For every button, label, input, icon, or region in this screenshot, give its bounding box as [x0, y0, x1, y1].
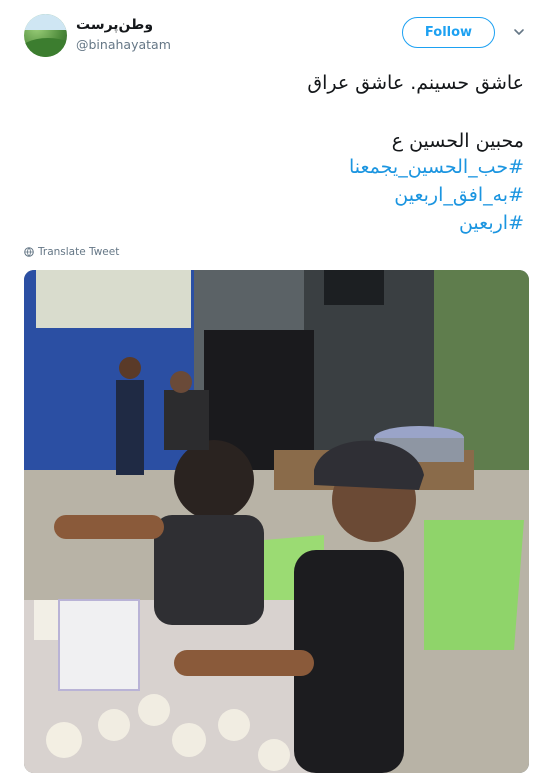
avatar[interactable]	[24, 14, 67, 57]
avatar-sky	[24, 14, 67, 30]
tweet-photo[interactable]	[24, 270, 529, 773]
globe-icon	[24, 247, 34, 257]
tweet-text-line-2: محبین الحسین ع	[391, 130, 524, 152]
follow-button[interactable]: Follow	[402, 17, 495, 48]
translate-label: Translate Tweet	[38, 246, 120, 258]
photo-scene	[24, 270, 529, 773]
author-handle[interactable]: @binahayatam	[76, 37, 171, 52]
avatar-hill	[24, 38, 67, 57]
translate-tweet-link[interactable]: Translate Tweet	[24, 246, 119, 258]
chevron-down-icon[interactable]	[513, 26, 525, 38]
author-display-name[interactable]: وطن‌پرست	[76, 17, 153, 33]
hashtag-link[interactable]: #به_افق_اربعین	[44, 184, 524, 206]
hashtag-link[interactable]: #حب_الحسين_يجمعنا	[44, 156, 524, 178]
tweet-text-line-1: عاشق حسینم. عاشق عراق	[307, 72, 524, 94]
hashtag-link[interactable]: #اربعین	[44, 212, 524, 234]
